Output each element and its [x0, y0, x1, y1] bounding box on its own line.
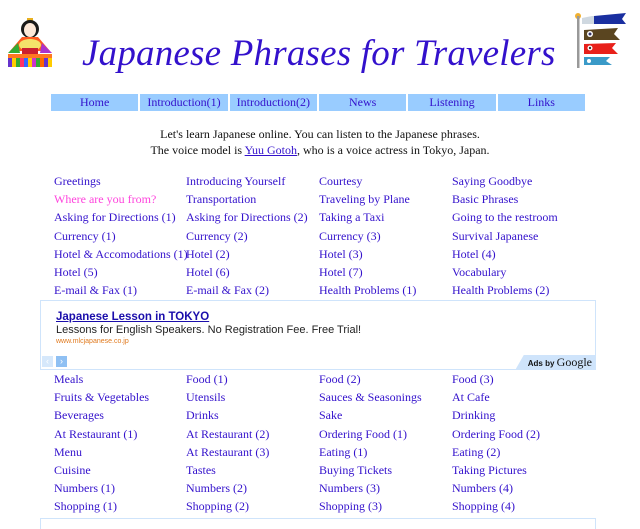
topic-link-numbers-2[interactable]: Numbers (2): [186, 479, 319, 497]
main-nav: Home Introduction(1) Introduction(2) New…: [51, 94, 585, 111]
topic-link-at-restaurant-3[interactable]: At Restaurant (3): [186, 443, 319, 461]
topic-link-hotel-3[interactable]: Hotel (3): [319, 245, 452, 263]
topic-link-shopping-1[interactable]: Shopping (1): [54, 497, 186, 515]
topic-link-shopping-2[interactable]: Shopping (2): [186, 497, 319, 515]
ads-by-google-badge[interactable]: Ads by Google: [515, 355, 595, 369]
intro-line-2: The voice model is Yuu Gotoh, who is a v…: [0, 142, 640, 158]
topic-link-cuisine[interactable]: Cuisine: [54, 461, 186, 479]
topic-link-numbers-4[interactable]: Numbers (4): [452, 479, 592, 497]
topic-link-ordering-food-1[interactable]: Ordering Food (1): [319, 425, 452, 443]
topic-link-e-mail-and-fax-1[interactable]: E-mail & Fax (1): [54, 281, 186, 299]
topic-link-ordering-food-2[interactable]: Ordering Food (2): [452, 425, 592, 443]
topic-link-health-problems-1[interactable]: Health Problems (1): [319, 281, 452, 299]
topic-link-taking-a-taxi[interactable]: Taking a Taxi: [319, 208, 452, 226]
topic-link-hotel-4[interactable]: Hotel (4): [452, 245, 592, 263]
topic-link-beverages[interactable]: Beverages: [54, 406, 186, 424]
topic-link-numbers-3[interactable]: Numbers (3): [319, 479, 452, 497]
topic-link-survival-japanese[interactable]: Survival Japanese: [452, 227, 592, 245]
topic-links-section-1: Greetings Introducing Yourself Courtesy Say…: [54, 172, 592, 299]
ads-by-label: Ads by: [527, 359, 557, 368]
voice-model-link[interactable]: Yuu Gotoh: [245, 143, 297, 157]
topic-link-buying-tickets[interactable]: Buying Tickets: [319, 461, 452, 479]
nav-listening[interactable]: Listening: [408, 94, 496, 111]
google-logo: Google: [556, 355, 592, 369]
topic-link-transportation[interactable]: Transportation: [186, 190, 319, 208]
ad-prev-arrow-icon[interactable]: ‹: [42, 356, 53, 367]
ad-title-link[interactable]: Japanese Lesson in TOKYO: [56, 311, 209, 323]
nav-home[interactable]: Home: [51, 94, 139, 111]
koinobori-icon: [575, 13, 626, 68]
topic-link-currency-3[interactable]: Currency (3): [319, 227, 452, 245]
topic-link-hotel-7[interactable]: Hotel (7): [319, 263, 452, 281]
topic-link-at-cafe[interactable]: At Cafe: [452, 388, 592, 406]
intro-line-2-prefix: The voice model is: [150, 143, 245, 157]
topic-link-meals[interactable]: Meals: [54, 370, 186, 388]
topic-link-drinking[interactable]: Drinking: [452, 406, 592, 424]
bottom-ad-frame: [40, 518, 596, 529]
topic-links-section-2: Meals Food (1) Food (2) Food (3) Fruits & Ve…: [54, 370, 592, 516]
topic-link-numbers-1[interactable]: Numbers (1): [54, 479, 186, 497]
topic-link-hotel-6[interactable]: Hotel (6): [186, 263, 319, 281]
topic-link-at-restaurant-1[interactable]: At Restaurant (1): [54, 425, 186, 443]
topic-link-fruits-and-vegetables[interactable]: Fruits & Vegetables: [54, 388, 186, 406]
topic-link-traveling-by-plane[interactable]: Traveling by Plane: [319, 190, 452, 208]
topic-link-food-3[interactable]: Food (3): [452, 370, 592, 388]
topic-link-hotel-5[interactable]: Hotel (5): [54, 263, 186, 281]
ad-next-arrow-icon[interactable]: ›: [56, 356, 67, 367]
topic-link-shopping-3[interactable]: Shopping (3): [319, 497, 452, 515]
topic-link-asking-for-directions-2[interactable]: Asking for Directions (2): [186, 208, 319, 226]
topic-link-currency-2[interactable]: Currency (2): [186, 227, 319, 245]
topic-link-utensils[interactable]: Utensils: [186, 388, 319, 406]
site-header: Japanese Phrases for Travelers: [0, 0, 640, 88]
topic-link-introducing-yourself[interactable]: Introducing Yourself: [186, 172, 319, 190]
topic-link-e-mail-and-fax-2[interactable]: E-mail & Fax (2): [186, 281, 319, 299]
topic-link-where-are-you-from[interactable]: Where are you from?: [54, 190, 186, 208]
topic-link-eating-2[interactable]: Eating (2): [452, 443, 592, 461]
topic-link-hotel-and-accomodations-1[interactable]: Hotel & Accomodations (1): [54, 245, 188, 263]
intro-text: Let's learn Japanese online. You can lis…: [0, 126, 640, 158]
google-ad-unit: Japanese Lesson in TOKYO Lessons for Eng…: [40, 300, 596, 370]
topic-link-health-problems-2[interactable]: Health Problems (2): [452, 281, 592, 299]
topic-link-food-2[interactable]: Food (2): [319, 370, 452, 388]
nav-introduction-2[interactable]: Introduction(2): [229, 94, 317, 111]
topic-link-going-to-the-restroom[interactable]: Going to the restroom: [452, 208, 592, 226]
nav-introduction-1[interactable]: Introduction(1): [140, 94, 228, 111]
site-title: Japanese Phrases for Travelers: [82, 33, 556, 74]
topic-link-drinks[interactable]: Drinks: [186, 406, 319, 424]
topic-link-tastes[interactable]: Tastes: [186, 461, 319, 479]
topic-link-eating-1[interactable]: Eating (1): [319, 443, 452, 461]
topic-link-sake[interactable]: Sake: [319, 406, 452, 424]
intro-line-1: Let's learn Japanese online. You can lis…: [160, 127, 480, 141]
topic-link-currency-1[interactable]: Currency (1): [54, 227, 186, 245]
topic-link-sauces-and-seasonings[interactable]: Sauces & Seasonings: [319, 388, 452, 406]
nav-links[interactable]: Links: [497, 94, 585, 111]
topic-link-vocabulary[interactable]: Vocabulary: [452, 263, 592, 281]
topic-link-greetings[interactable]: Greetings: [54, 172, 186, 190]
topic-link-food-1[interactable]: Food (1): [186, 370, 319, 388]
topic-link-shopping-4[interactable]: Shopping (4): [452, 497, 592, 515]
topic-link-at-restaurant-2[interactable]: At Restaurant (2): [186, 425, 319, 443]
topic-link-taking-pictures[interactable]: Taking Pictures: [452, 461, 592, 479]
ad-url[interactable]: www.mlcjapanese.co.jp: [56, 338, 129, 345]
topic-link-menu[interactable]: Menu: [54, 443, 186, 461]
hina-doll-icon: [8, 18, 52, 67]
intro-line-2-suffix: , who is a voice actress in Tokyo, Japan…: [296, 143, 490, 157]
topic-link-courtesy[interactable]: Courtesy: [319, 172, 452, 190]
topic-link-asking-for-directions-1[interactable]: Asking for Directions (1): [54, 208, 186, 226]
topic-link-hotel-2[interactable]: Hotel (2): [186, 245, 319, 263]
topic-link-saying-goodbye[interactable]: Saying Goodbye: [452, 172, 592, 190]
nav-news[interactable]: News: [318, 94, 407, 111]
ad-description: Lessons for English Speakers. No Registr…: [56, 324, 362, 336]
topic-link-basic-phrases[interactable]: Basic Phrases: [452, 190, 592, 208]
